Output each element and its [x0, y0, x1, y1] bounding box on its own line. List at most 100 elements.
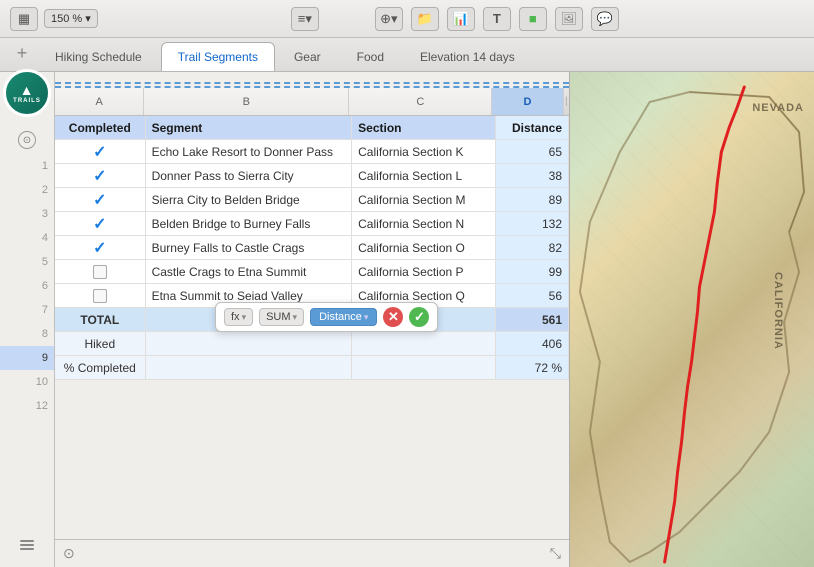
- table-row[interactable]: ✓ Echo Lake Resort to Donner Pass Califo…: [55, 140, 569, 164]
- cell-completed-2: ✓: [55, 140, 146, 163]
- cell-completed-6: ✓: [55, 236, 146, 259]
- tab-trail-segments[interactable]: Trail Segments: [161, 42, 275, 71]
- cell-section-2: California Section K: [352, 140, 496, 163]
- add-element-button[interactable]: ⊕▾: [375, 7, 403, 31]
- row-num-1: 1: [0, 154, 54, 178]
- field-dropdown[interactable]: Distance ▾: [310, 308, 377, 326]
- zoom-label: 150 %: [51, 13, 82, 25]
- tabs-bar: + Hiking Schedule Trail Segments Gear Fo…: [0, 38, 814, 72]
- cell-distance-3: 38: [496, 164, 569, 187]
- row-num-9: 9: [0, 346, 54, 370]
- row-control-icon[interactable]: ⊙: [18, 131, 36, 149]
- header-segment: Segment: [146, 116, 353, 139]
- shape-button[interactable]: ■: [519, 7, 547, 31]
- cell-distance-8: 56: [496, 284, 569, 307]
- hiked-row[interactable]: Hiked 406: [55, 332, 569, 356]
- tab-food[interactable]: Food: [340, 42, 401, 71]
- total-label: TOTAL: [55, 308, 146, 331]
- cell-distance-2: 65: [496, 140, 569, 163]
- row-num-10: 10: [0, 370, 54, 394]
- tab-elevation[interactable]: Elevation 14 days: [403, 42, 532, 71]
- cell-distance-5: 132: [496, 212, 569, 235]
- cell-section-6: California Section O: [352, 236, 496, 259]
- table-row[interactable]: ✓ Burney Falls to Castle Crags Californi…: [55, 236, 569, 260]
- cell-segment-7: Castle Crags to Etna Summit: [146, 260, 353, 283]
- text-button[interactable]: T: [483, 7, 511, 31]
- map-svg: [570, 72, 814, 567]
- bottom-right-icon[interactable]: ⤡: [550, 545, 561, 562]
- map-background: NEVADA CALIFORNIA: [570, 72, 814, 567]
- pct-value: 72 %: [496, 356, 569, 379]
- folder-button[interactable]: 📁: [411, 7, 439, 31]
- checkbox-empty-7[interactable]: [93, 265, 107, 279]
- pct-empty-b: [146, 356, 353, 379]
- cell-completed-3: ✓: [55, 164, 146, 187]
- cell-section-3: California Section L: [352, 164, 496, 187]
- media-button[interactable]: 🖼: [555, 7, 583, 31]
- pct-row[interactable]: % Completed 72 %: [55, 356, 569, 380]
- fx-button[interactable]: fx ▾: [224, 308, 253, 326]
- zoom-control[interactable]: 150 % ▾: [44, 9, 98, 28]
- toolbar-center: ≡▾ ⊕▾ 📁 📊 T ■ 🖼 💬: [106, 7, 804, 31]
- row-controls: ▲ TRAILS ⊙ 1 2 3 4 5 6 7 8 9 10 12: [0, 72, 54, 567]
- header-completed: Completed: [55, 116, 146, 139]
- bottom-left-icon[interactable]: ⊙: [63, 545, 75, 562]
- view-mode-button[interactable]: ▦: [10, 7, 38, 31]
- col-header-d[interactable]: D: [492, 88, 563, 115]
- table-header-row: Completed Segment Section Distance: [55, 116, 569, 140]
- formula-confirm-button[interactable]: ✓: [409, 307, 429, 327]
- table-row[interactable]: ✓ Sierra City to Belden Bridge Californi…: [55, 188, 569, 212]
- chart-button[interactable]: 📊: [447, 7, 475, 31]
- cell-segment-2: Echo Lake Resort to Donner Pass: [146, 140, 353, 163]
- row-num-6: 6: [0, 274, 54, 298]
- cell-section-4: California Section M: [352, 188, 496, 211]
- format-list-button[interactable]: ≡▾: [291, 7, 319, 31]
- tab-gear[interactable]: Gear: [277, 42, 338, 71]
- pct-empty-c: [352, 356, 496, 379]
- hiked-value: 406: [496, 332, 569, 355]
- column-headers: A B C D |: [55, 88, 569, 116]
- header-section: Section: [352, 116, 496, 139]
- cell-completed-7: [55, 260, 146, 283]
- row-num-7: 7: [0, 298, 54, 322]
- table-row[interactable]: ✓ Belden Bridge to Burney Falls Californ…: [55, 212, 569, 236]
- comment-button[interactable]: 💬: [591, 7, 619, 31]
- zoom-chevron: ▾: [85, 12, 91, 25]
- bottom-controls: ⊙ ⤡: [55, 539, 569, 567]
- header-distance: Distance: [496, 116, 569, 139]
- cell-segment-6: Burney Falls to Castle Crags: [146, 236, 353, 259]
- row-num-4: 4: [0, 226, 54, 250]
- hiked-empty-b: [146, 332, 353, 355]
- cell-distance-7: 99: [496, 260, 569, 283]
- cell-segment-3: Donner Pass to Sierra City: [146, 164, 353, 187]
- hiked-label: Hiked: [55, 332, 146, 355]
- toolbar-left: ▦ 150 % ▾: [10, 7, 98, 31]
- table-row[interactable]: Castle Crags to Etna Summit California S…: [55, 260, 569, 284]
- table-row[interactable]: ✓ Donner Pass to Sierra City California …: [55, 164, 569, 188]
- row-num-3: 3: [0, 202, 54, 226]
- main-area: ▲ TRAILS ⊙ 1 2 3 4 5 6 7 8 9 10 12: [0, 72, 814, 567]
- row-num-8: 8: [0, 322, 54, 346]
- cell-distance-4: 89: [496, 188, 569, 211]
- logo-area: ▲ TRAILS: [0, 66, 54, 120]
- row-num-12: 12: [0, 394, 54, 418]
- sheet-options-icon[interactable]: [18, 536, 36, 559]
- cell-completed-5: ✓: [55, 212, 146, 235]
- col-header-b[interactable]: B: [144, 88, 349, 115]
- formula-cancel-button[interactable]: ✕: [383, 307, 403, 327]
- checkbox-empty-8[interactable]: [93, 289, 107, 303]
- dashed-border-row: [55, 72, 569, 88]
- sheet-area: A B C D | Completed Segment Section: [54, 72, 569, 567]
- col-header-a[interactable]: A: [55, 88, 144, 115]
- cell-completed-8: [55, 284, 146, 307]
- trails-logo: ▲ TRAILS: [3, 69, 51, 117]
- map-area: NEVADA CALIFORNIA: [569, 72, 814, 567]
- col-header-c[interactable]: C: [349, 88, 492, 115]
- sum-function-dropdown[interactable]: SUM ▾: [259, 308, 304, 326]
- cell-distance-6: 82: [496, 236, 569, 259]
- cell-completed-4: ✓: [55, 188, 146, 211]
- total-value: 561: [496, 308, 569, 331]
- row-num-2: 2: [0, 178, 54, 202]
- tab-hiking-schedule[interactable]: Hiking Schedule: [38, 42, 159, 71]
- toolbar: ▦ 150 % ▾ ≡▾ ⊕▾ 📁 📊 T ■ 🖼 💬: [0, 0, 814, 38]
